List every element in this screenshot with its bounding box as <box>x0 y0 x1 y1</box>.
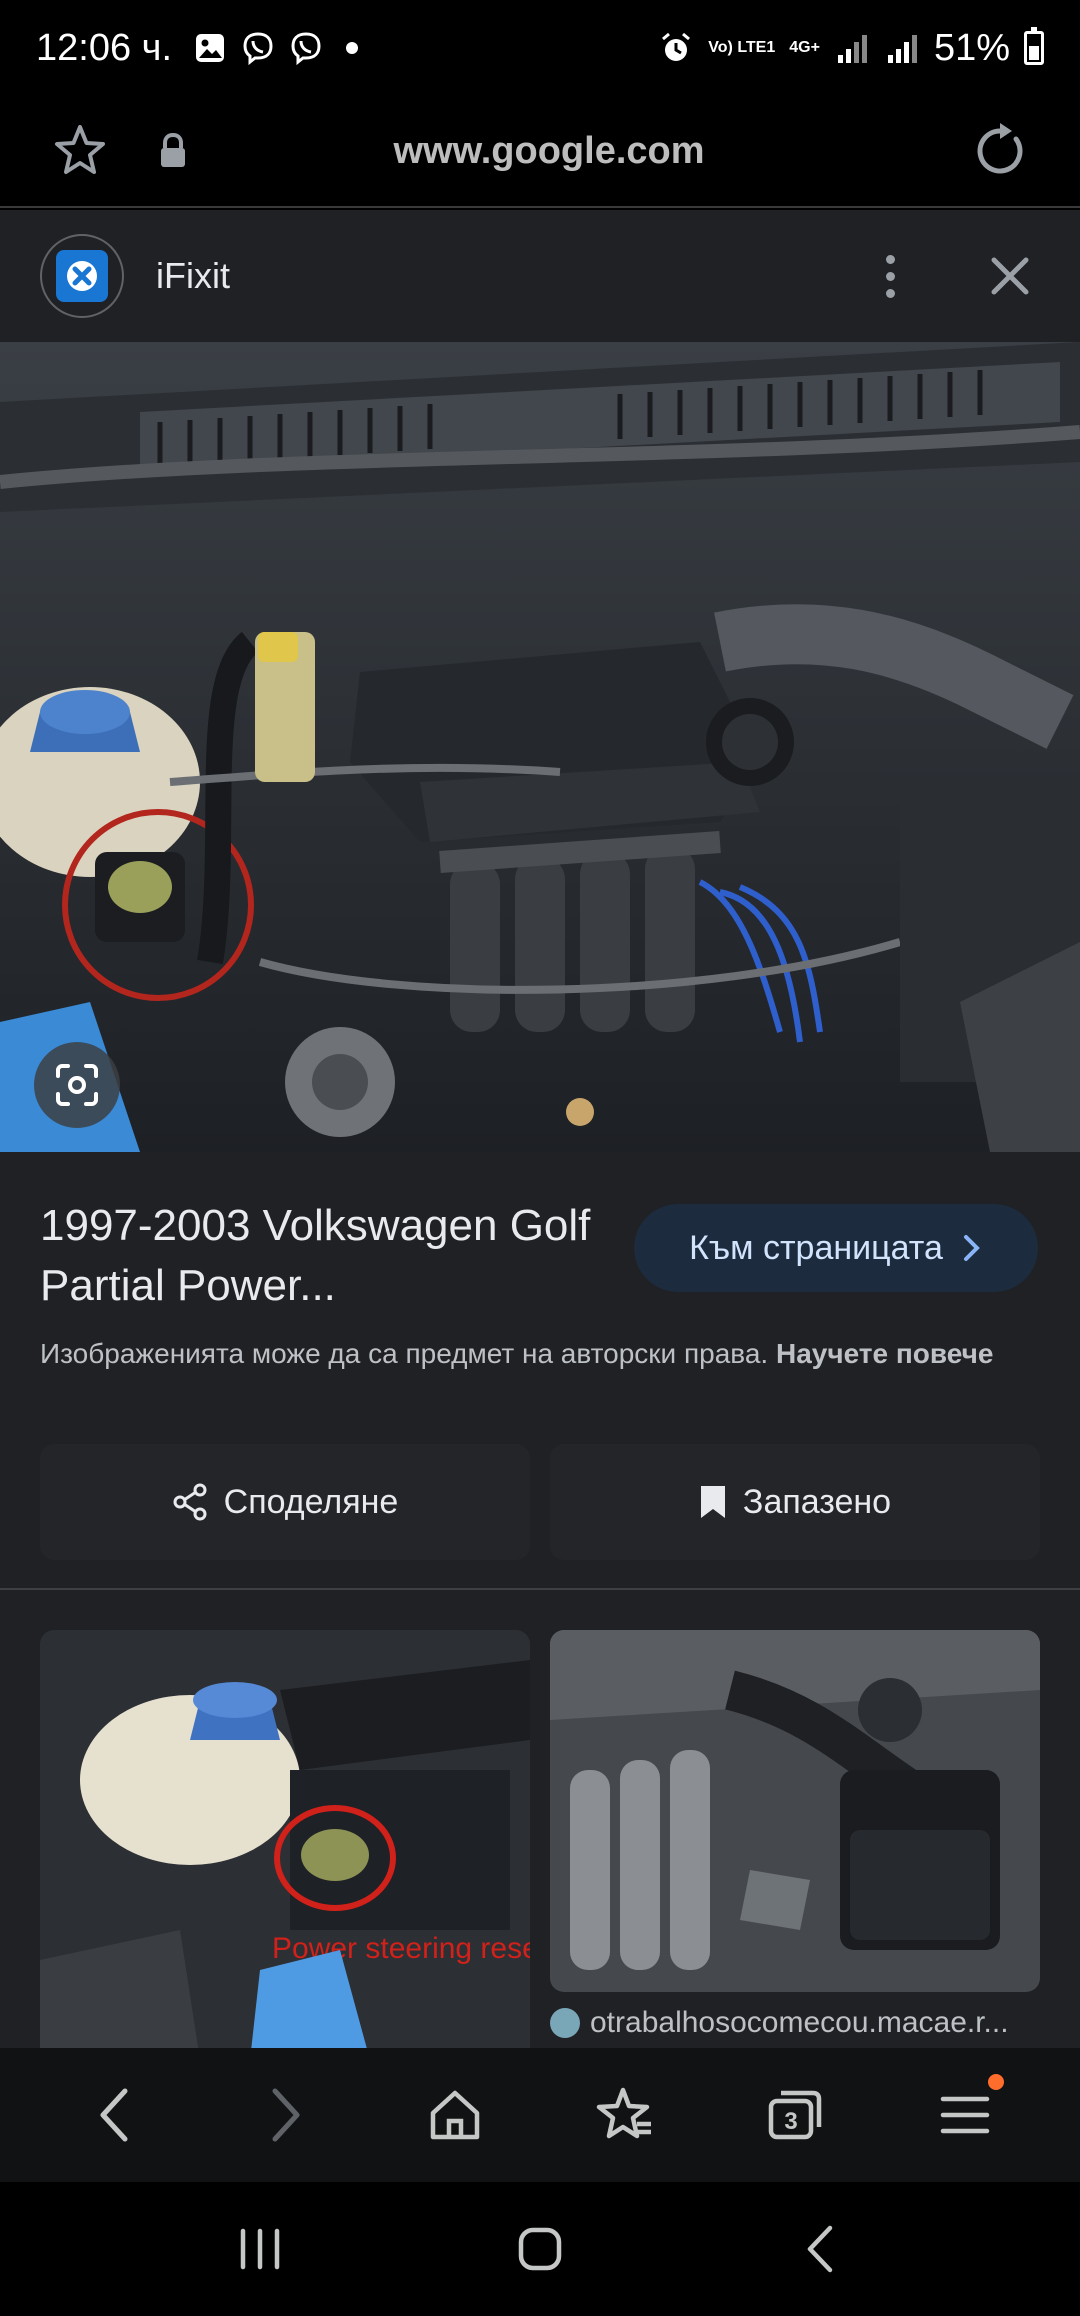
related-image-2[interactable] <box>550 1630 1040 1992</box>
signal-icon <box>884 30 920 66</box>
system-navigation-bar <box>0 2182 1080 2316</box>
engine-bay-photo <box>0 342 1080 1152</box>
more-options-icon[interactable] <box>870 246 910 306</box>
back-button[interactable] <box>70 2070 160 2160</box>
bookmarks-star-icon <box>596 2087 651 2139</box>
share-icon <box>173 1483 207 1521</box>
status-time: 12:06 ч. <box>36 26 173 69</box>
result-info-panel: 1997-2003 Volkswagen Golf Partial Power.… <box>0 1152 1080 1588</box>
browser-toolbar: 3 <box>0 2048 1080 2182</box>
related-image-1-photo: Power steering reservoir <box>40 1630 530 2048</box>
home-icon <box>430 2090 480 2140</box>
system-back-button[interactable] <box>775 2204 865 2294</box>
source-favicon-icon <box>550 2008 580 2038</box>
share-label: Споделяне <box>223 1482 399 1521</box>
viber-icon <box>288 30 324 66</box>
reload-icon[interactable] <box>970 121 1030 181</box>
system-home-icon <box>518 2227 562 2271</box>
lock-icon[interactable] <box>158 132 188 170</box>
system-home-button[interactable] <box>495 2204 585 2294</box>
hamburger-menu-icon <box>940 2096 990 2134</box>
gallery-icon <box>192 30 228 66</box>
main-result-image[interactable] <box>0 342 1080 1152</box>
share-button[interactable]: Споделяне <box>40 1444 530 1560</box>
menu-button[interactable] <box>920 2070 1010 2160</box>
source-header: iFixit <box>0 210 1080 342</box>
recent-apps-button[interactable] <box>215 2204 305 2294</box>
bookmarks-button[interactable] <box>580 2070 670 2160</box>
status-bar: 12:06 ч. Vo) LTE1 4G+ 51% <box>0 0 1080 96</box>
url-text[interactable]: www.google.com <box>188 130 910 173</box>
network-type-label: 4G+ <box>789 39 820 56</box>
result-actions: Споделяне Запазено <box>40 1444 1040 1560</box>
bookmark-icon <box>700 1486 725 1518</box>
system-back-icon <box>807 2225 833 2273</box>
bookmark-star-icon[interactable] <box>50 121 110 181</box>
chevron-right-icon <box>963 1235 980 1261</box>
signal-icon <box>834 30 870 66</box>
address-bar[interactable]: www.google.com <box>0 96 1080 208</box>
status-right-icons: Vo) LTE1 4G+ 51% <box>658 27 1044 70</box>
learn-more-link[interactable]: Научете повече <box>776 1338 993 1369</box>
copyright-text: Изображенията може да са предмет на авто… <box>40 1338 769 1369</box>
recent-apps-icon <box>240 2228 280 2270</box>
close-icon[interactable] <box>980 246 1040 306</box>
tab-count: 3 <box>784 2108 797 2135</box>
lens-icon <box>56 1064 98 1106</box>
menu-notification-dot <box>988 2074 1004 2090</box>
visit-page-label: Към страницата <box>689 1228 943 1267</box>
battery-icon <box>1024 27 1044 65</box>
tabs-icon: 3 <box>768 2090 822 2140</box>
saved-button[interactable]: Запазено <box>550 1444 1040 1560</box>
source-name[interactable]: iFixit <box>156 255 230 297</box>
related-image-2-source-text: otrabalhosocomecou.macae.r... <box>590 2006 1009 2039</box>
more-notifications-dot <box>346 42 359 54</box>
forward-button[interactable] <box>240 2070 330 2160</box>
alarm-icon <box>658 30 694 66</box>
saved-label: Запазено <box>742 1482 892 1521</box>
chevron-right-icon <box>272 2088 300 2142</box>
related-images: Power steering reservoir otrabalhosocome… <box>0 1590 1080 2048</box>
source-favicon[interactable] <box>40 234 124 318</box>
related-image-1[interactable]: Power steering reservoir <box>40 1630 530 2048</box>
volte-label: Vo) LTE1 <box>708 39 776 56</box>
home-button[interactable] <box>410 2070 500 2160</box>
status-notification-icons <box>192 30 359 66</box>
ifixit-logo-icon <box>56 250 108 302</box>
related-image-2-photo <box>550 1630 1040 1992</box>
copyright-notice: Изображенията може да са предмет на авто… <box>40 1334 1040 1374</box>
chevron-left-icon <box>100 2088 128 2142</box>
related-image-2-source[interactable]: otrabalhosocomecou.macae.r... <box>550 2006 1040 2040</box>
battery-percent: 51% <box>933 26 1010 69</box>
tabs-button[interactable]: 3 <box>750 2070 840 2160</box>
visit-page-button[interactable]: Към страницата <box>634 1204 1038 1292</box>
viber-icon <box>240 30 276 66</box>
result-title[interactable]: 1997-2003 Volkswagen Golf Partial Power.… <box>40 1196 600 1316</box>
google-lens-button[interactable] <box>34 1042 120 1128</box>
